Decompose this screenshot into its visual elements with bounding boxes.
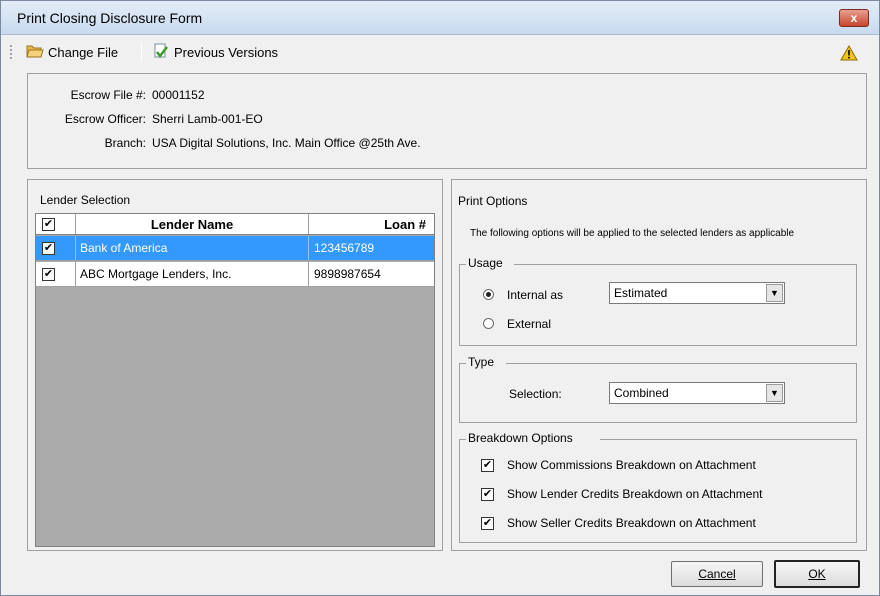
seller-credits-breakdown-label: Show Seller Credits Breakdown on Attachm… [507,516,756,530]
print-closing-disclosure-dialog: Print Closing Disclosure Form x Change F… [0,0,880,596]
commissions-breakdown-label: Show Commissions Breakdown on Attachment [507,458,756,472]
chevron-down-icon[interactable]: ▼ [766,384,783,402]
previous-versions-button[interactable]: Previous Versions [149,41,281,63]
warning-icon [840,44,858,64]
window-title: Print Closing Disclosure Form [17,10,203,26]
internal-label[interactable]: Internal as [507,288,563,302]
print-options-description: The following options will be applied to… [470,228,795,239]
commissions-breakdown-option[interactable]: ✔ Show Commissions Breakdown on Attachme… [481,458,756,472]
chevron-down-icon[interactable]: ▼ [766,284,783,302]
branch-value: USA Digital Solutions, Inc. Main Office … [152,136,421,150]
lender-name-cell: ABC Mortgage Lenders, Inc. [80,267,232,281]
close-button[interactable]: x [839,9,869,27]
external-label[interactable]: External [507,317,551,331]
external-radio[interactable] [483,318,494,329]
lender-credits-breakdown-label: Show Lender Credits Breakdown on Attachm… [507,487,763,501]
lender-credits-breakdown-checkbox[interactable]: ✔ [481,487,494,501]
usage-groupbox: Usage [459,256,857,346]
document-check-icon [152,43,170,62]
branch-label: Branch: [104,136,146,150]
grid-header: ✔ Lender Name Loan # [36,214,434,235]
usage-title: Usage [468,256,503,270]
escrow-officer-label: Escrow Officer: [64,112,146,126]
escrow-officer-value: Sherri Lamb-001-EO [152,112,263,126]
change-file-button[interactable]: Change File [23,41,121,63]
table-row[interactable]: ✔ ABC Mortgage Lenders, Inc. 9898987654 [36,262,434,287]
internal-as-value: Estimated [614,286,668,300]
cancel-button[interactable]: Cancel [671,561,763,587]
seller-credits-breakdown-checkbox[interactable]: ✔ [481,516,494,530]
row-checkbox[interactable]: ✔ [42,262,55,286]
cancel-button-label: Cancel [698,567,736,581]
toolbar-separator [141,43,142,61]
ok-button-label: OK [808,567,826,581]
lender-name-cell: Bank of America [80,241,168,255]
selection-label: Selection: [509,387,562,401]
toolbar: Change File Previous Versions [1,37,879,67]
lender-grid: ✔ Lender Name Loan # ✔ Bank of America 1… [35,213,435,547]
type-selection-dropdown[interactable]: Combined ▼ [609,382,785,404]
ok-button[interactable]: OK [774,560,860,588]
lender-selection-title: Lender Selection [40,193,131,207]
internal-as-dropdown[interactable]: Estimated ▼ [609,282,785,304]
type-title: Type [468,355,495,369]
escrow-file-value: 00001152 [152,88,205,102]
previous-versions-label: Previous Versions [174,44,279,60]
toolbar-grip [10,45,12,59]
change-file-label: Change File [48,44,119,60]
lender-credits-breakdown-option[interactable]: ✔ Show Lender Credits Breakdown on Attac… [481,487,762,501]
column-header-loan-number[interactable]: Loan # [309,214,434,234]
print-options-title: Print Options [458,194,528,208]
title-bar: Print Closing Disclosure Form x [1,1,879,35]
select-all-checkbox[interactable]: ✔ [42,214,55,234]
escrow-file-label: Escrow File #: [70,88,146,102]
escrow-info-panel: Escrow File #: 00001152 Escrow Officer: … [27,73,867,169]
row-checkbox[interactable]: ✔ [42,236,55,260]
loan-number-cell: 123456789 [314,241,375,255]
loan-number-cell: 9898987654 [314,267,381,281]
type-selection-value: Combined [614,386,669,400]
seller-credits-breakdown-option[interactable]: ✔ Show Seller Credits Breakdown on Attac… [481,516,756,530]
column-header-lender-name[interactable]: Lender Name [76,214,308,234]
folder-open-icon [26,43,44,62]
internal-radio[interactable] [483,289,494,300]
commissions-breakdown-checkbox[interactable]: ✔ [481,458,494,472]
breakdown-options-title: Breakdown Options [468,431,573,445]
table-row[interactable]: ✔ Bank of America 123456789 [36,236,434,261]
